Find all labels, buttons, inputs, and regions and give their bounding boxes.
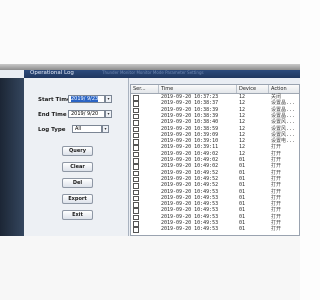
start-time-dropdown[interactable]: ▾ bbox=[105, 95, 112, 103]
start-time-value: 2019/ 9/23 bbox=[71, 96, 99, 102]
log-type-value: All bbox=[75, 126, 82, 132]
log-table[interactable]: Ser... Time Device Action 2019-09-20 10:… bbox=[130, 84, 300, 236]
column-header-serial[interactable]: Ser... bbox=[131, 85, 159, 93]
clear-button[interactable]: Clear bbox=[62, 162, 93, 172]
monitor-top-edge bbox=[0, 64, 300, 70]
start-time-field[interactable]: 2019/ 9/23 bbox=[68, 95, 105, 103]
table-header: Ser... Time Device Action bbox=[131, 85, 299, 94]
top-bezel bbox=[0, 0, 300, 64]
end-time-label: End Time bbox=[38, 112, 67, 118]
row-device: 01 bbox=[239, 226, 246, 233]
del-button[interactable]: Del bbox=[62, 178, 93, 188]
row-checkbox[interactable] bbox=[133, 227, 139, 233]
log-type-select[interactable]: All bbox=[72, 125, 102, 133]
start-time-label: Start Time bbox=[38, 97, 71, 103]
log-type-dropdown[interactable]: ▾ bbox=[102, 125, 109, 133]
column-header-action[interactable]: Action bbox=[269, 85, 299, 93]
column-header-device[interactable]: Device bbox=[237, 85, 269, 93]
end-time-field[interactable]: 2019/ 9/20 bbox=[68, 110, 105, 118]
monitor-screen: Operational Log Thunder Monitor Monitor … bbox=[0, 64, 300, 236]
column-header-time[interactable]: Time bbox=[159, 85, 237, 93]
log-type-label: Log Type bbox=[38, 127, 66, 133]
export-button[interactable]: Export bbox=[62, 194, 93, 204]
row-time: 2019-09-20 10:49:53 bbox=[161, 226, 219, 233]
desktop-left-edge bbox=[0, 78, 24, 236]
background-tabs: Thunder Monitor Monitor Mode Parameter S… bbox=[102, 70, 204, 75]
query-button[interactable]: Query bbox=[62, 146, 93, 156]
end-time-value: 2019/ 9/20 bbox=[71, 111, 99, 117]
end-time-dropdown[interactable]: ▾ bbox=[105, 110, 112, 118]
row-action: 打开 bbox=[271, 226, 282, 233]
filter-panel: Start Time 2019/ 9/23 ▾ End Time 2019/ 9… bbox=[24, 78, 129, 236]
table-row[interactable]: 2019-09-20 10:49:53 01 打开 bbox=[131, 226, 299, 233]
exit-button[interactable]: Exit bbox=[62, 210, 93, 220]
bottom-bezel bbox=[0, 236, 300, 300]
